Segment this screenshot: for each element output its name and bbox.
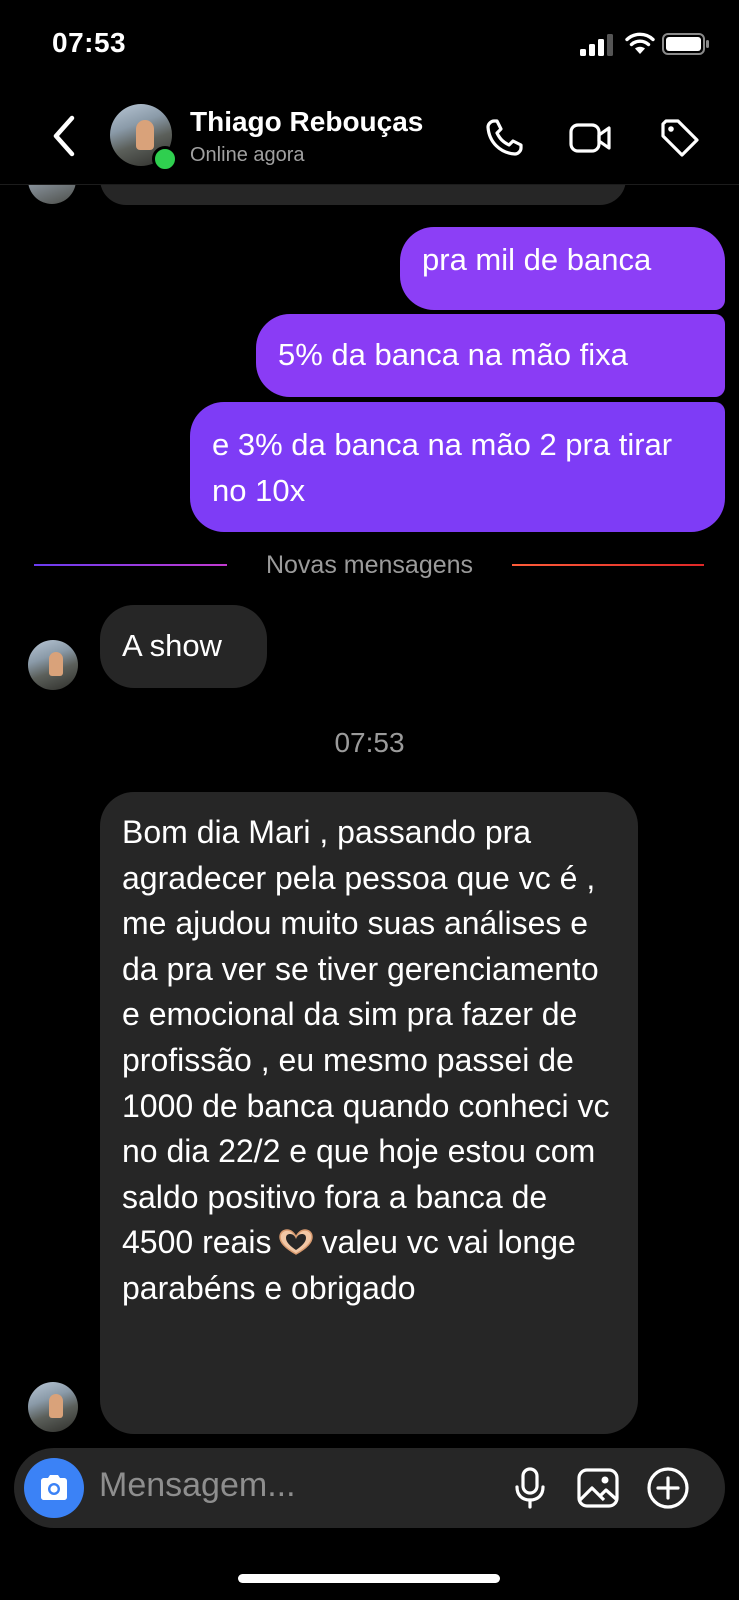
message-composer: Mensagem...: [14, 1448, 725, 1528]
plus-icon[interactable]: [646, 1466, 690, 1510]
outgoing-message[interactable]: 5% da banca na mão fixa: [256, 314, 725, 397]
wifi-icon: [625, 32, 655, 54]
divider-line-right: [512, 564, 704, 566]
tag-icon[interactable]: [658, 116, 702, 160]
outgoing-message[interactable]: e 3% da banca na mão 2 pra tirar no 10x: [190, 402, 725, 532]
microphone-icon[interactable]: [508, 1466, 552, 1510]
cellular-signal-icon: [580, 34, 613, 56]
message-timestamp: 07:53: [334, 727, 405, 758]
sender-avatar[interactable]: [28, 640, 78, 690]
contact-name[interactable]: Thiago Rebouças: [190, 106, 423, 138]
message-input[interactable]: Mensagem...: [99, 1466, 296, 1505]
online-status-indicator: [152, 146, 178, 172]
status-bar: 07:53: [0, 0, 739, 90]
incoming-message[interactable]: Bom dia Mari , passando pra agradecer pe…: [100, 792, 638, 1434]
new-messages-divider: Novas mensagens: [0, 551, 739, 581]
incoming-message[interactable]: A show: [100, 605, 267, 688]
home-indicator[interactable]: [238, 1574, 500, 1583]
heart-hands-emoji-icon: [279, 1229, 314, 1256]
status-time: 07:53: [52, 27, 127, 58]
chat-header: Thiago Rebouças Online agora: [0, 92, 739, 185]
battery-icon: [662, 33, 709, 55]
phone-icon[interactable]: [482, 116, 526, 160]
message-text: Bom dia Mari , passando pra agradecer pe…: [122, 814, 610, 1261]
back-icon[interactable]: [46, 112, 82, 160]
sender-avatar[interactable]: [28, 1382, 78, 1432]
outgoing-message[interactable]: pra mil de banca: [400, 227, 725, 310]
presence-status: Online agora: [190, 144, 305, 166]
camera-icon: [41, 1475, 67, 1500]
video-icon[interactable]: [568, 116, 612, 160]
camera-button[interactable]: [24, 1458, 84, 1518]
gallery-icon[interactable]: [576, 1466, 620, 1510]
